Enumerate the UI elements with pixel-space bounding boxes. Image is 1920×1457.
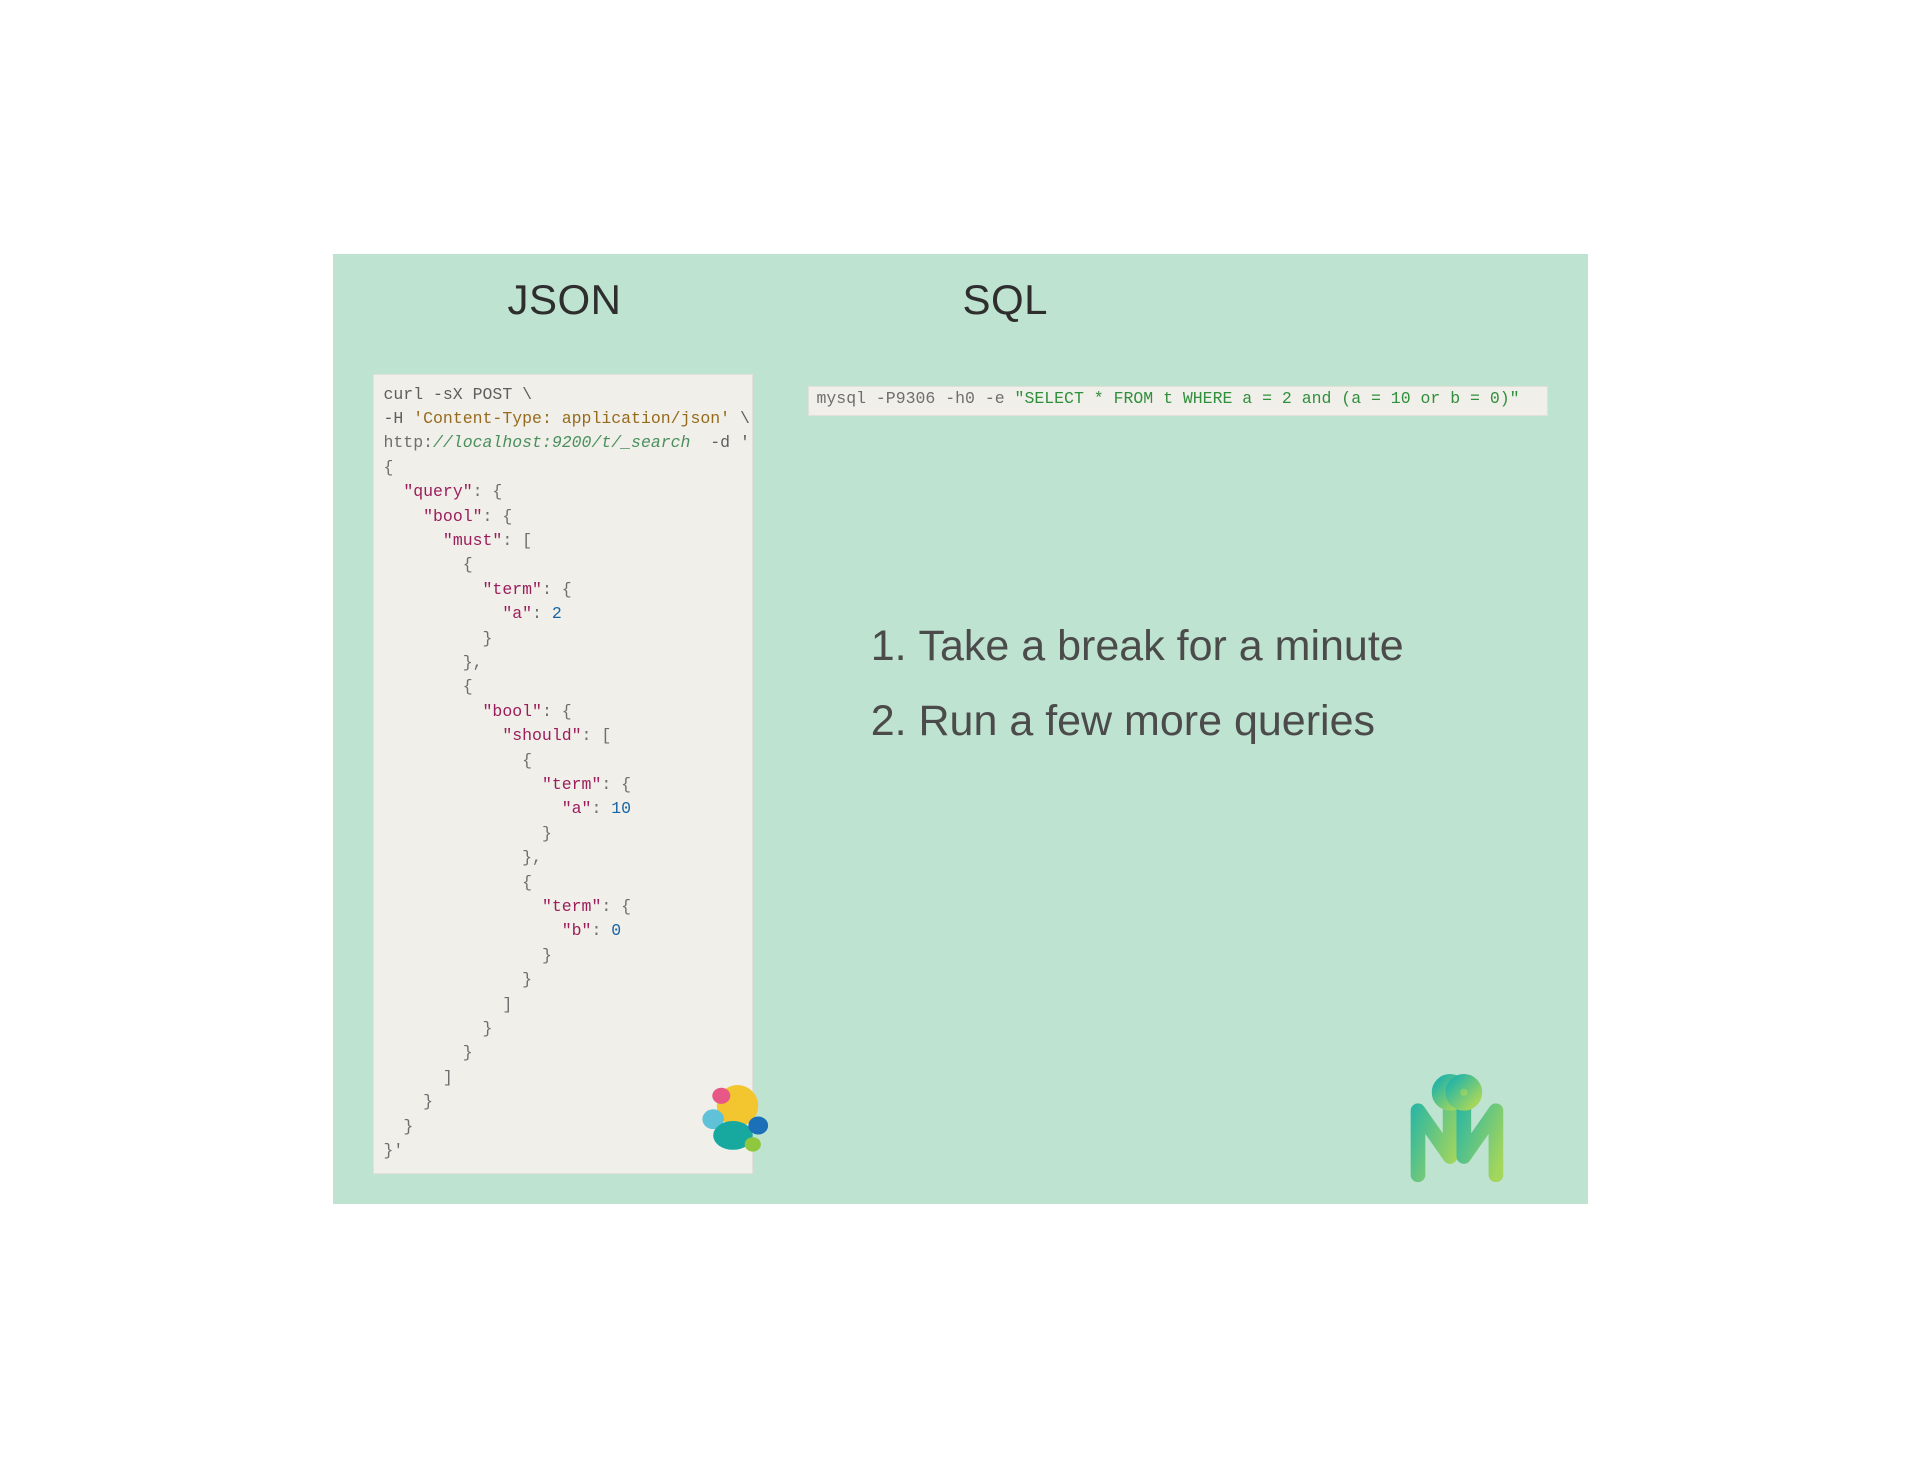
code-key: "bool" [483,702,542,721]
sql-code-block: mysql -P9306 -h0 -e "SELECT * FROM t WHE… [808,386,1548,416]
m-logo-icon [1398,1074,1548,1184]
step-item: Take a break for a minute [919,609,1529,684]
code-line: curl -sX POST \ [384,385,533,404]
json-code-block: curl -sX POST \ -H 'Content-Type: applic… [373,374,753,1174]
code-key: "b" [562,921,592,940]
column-title-json: JSON [508,276,622,324]
code-token: -H [384,409,414,428]
code-token: "SELECT * FROM t WHERE a = 2 and (a = 10… [1015,389,1520,408]
code-key: "term" [483,580,542,599]
code-number: 10 [611,799,631,818]
code-key: "a" [562,799,592,818]
code-key: "must" [443,531,502,550]
code-token: -d ' [690,433,749,452]
code-token: mysql -P9306 -h0 -e [817,389,1015,408]
column-title-sql: SQL [963,276,1049,324]
code-key: "should" [502,726,581,745]
elastic-logo-icon [688,1076,778,1166]
code-token: http: [384,433,434,452]
code-key: "term" [542,897,601,916]
code-key: "a" [502,604,532,623]
step-item: Run a few more queries [919,684,1529,759]
code-token: //localhost:9200/t/_search [433,433,690,452]
code-token: 'Content-Type: application/json' [413,409,730,428]
code-line: }' [384,1141,404,1160]
code-token: \ [730,409,750,428]
steps-list: Take a break for a minute Run a few more… [869,609,1529,760]
code-key: "bool" [423,507,482,526]
code-key: "query" [403,482,472,501]
slide: JSON SQL curl -sX POST \ -H 'Content-Typ… [333,254,1588,1204]
code-number: 0 [611,921,621,940]
code-key: "term" [542,775,601,794]
code-number: 2 [552,604,562,623]
